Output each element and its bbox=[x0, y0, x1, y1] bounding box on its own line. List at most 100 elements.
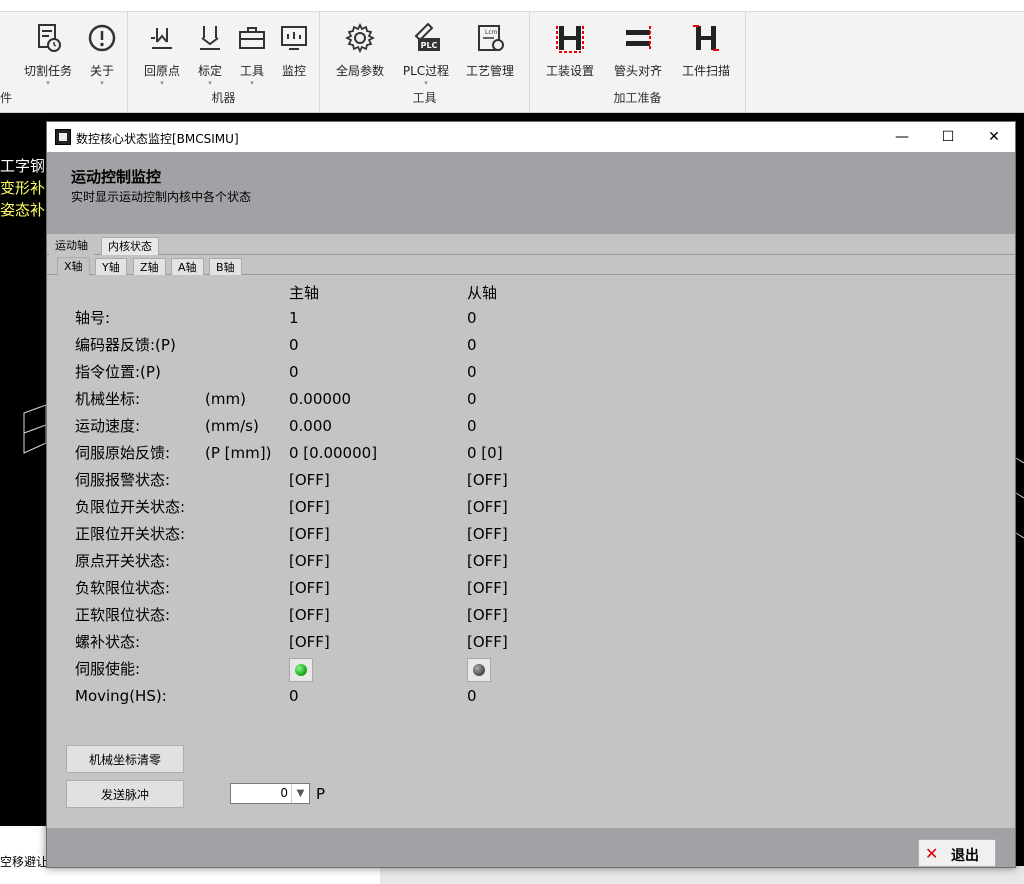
task-clock-icon bbox=[38, 24, 61, 52]
ribbon-group-label: 机器 bbox=[211, 91, 236, 105]
app-icon bbox=[55, 129, 71, 145]
row-unit: (mm/s) bbox=[205, 417, 259, 435]
global-params-button[interactable]: 全局参数 bbox=[330, 18, 390, 88]
process-icon: Lcm bbox=[478, 25, 504, 51]
row-value-slave: [OFF] bbox=[467, 633, 508, 651]
tube-align-icon bbox=[626, 26, 651, 50]
dialog-header: 运动控制监控 实时显示运动控制内核中各个状态 bbox=[47, 152, 1015, 234]
servo-enable-slave-led bbox=[467, 658, 491, 682]
tab-y-axis[interactable]: Y轴 bbox=[95, 258, 127, 275]
close-button[interactable]: ✕ bbox=[971, 122, 1017, 152]
cad-drawing-fragment bbox=[1016, 457, 1024, 539]
gear-icon bbox=[344, 22, 376, 54]
row-label: Moving(HS): bbox=[75, 687, 167, 705]
monitor-dialog: 数控核心状态监控[BMCSIMU] — ☐ ✕ 运动控制监控 实时显示运动控制内… bbox=[46, 121, 1016, 868]
cad-text-line: 工字钢 bbox=[0, 157, 46, 175]
svg-text:PLC: PLC bbox=[421, 41, 438, 50]
row-label: 正软限位状态: bbox=[75, 606, 171, 624]
row-value-master: [OFF] bbox=[289, 498, 330, 516]
fixture-setup-button[interactable]: 工装设置 bbox=[540, 18, 600, 88]
zero-coords-button[interactable]: 机械坐标清零 bbox=[66, 745, 184, 773]
status-bar-right bbox=[380, 866, 1024, 884]
row-value-slave: [OFF] bbox=[467, 606, 508, 624]
row-value-master: [OFF] bbox=[289, 471, 330, 489]
ribbon-group-label: 件 bbox=[0, 91, 13, 105]
row-value-slave: [OFF] bbox=[467, 525, 508, 543]
cutting-task-label: 切割任务 bbox=[23, 64, 72, 78]
process-manage-button[interactable]: Lcm 工艺管理 bbox=[460, 18, 520, 88]
ribbon-group-label: 加工准备 bbox=[613, 91, 662, 105]
pulse-value: 0 bbox=[280, 786, 288, 800]
tab-motion-axis[interactable]: 运动轴 bbox=[49, 237, 94, 255]
row-label: 轴号: bbox=[75, 309, 111, 327]
row-value-slave: [OFF] bbox=[467, 471, 508, 489]
ribbon-button-label: ] bbox=[0, 66, 20, 80]
workpiece-scan-icon bbox=[693, 25, 719, 51]
pulse-count-select[interactable]: 0 ▼ bbox=[230, 783, 310, 804]
minimize-button[interactable]: — bbox=[879, 122, 925, 152]
chevron-down-icon: ▾ bbox=[46, 79, 50, 87]
row-label: 负软限位状态: bbox=[75, 579, 171, 597]
axis-tab-bar: X轴 Y轴 Z轴 A轴 B轴 bbox=[47, 255, 1015, 276]
tab-b-axis[interactable]: B轴 bbox=[209, 258, 242, 275]
column-header-slave: 从轴 bbox=[467, 284, 498, 302]
maximize-button[interactable]: ☐ bbox=[925, 122, 971, 152]
close-x-icon: ✕ bbox=[925, 844, 939, 863]
ribbon-group-label: 工具 bbox=[412, 91, 437, 105]
row-label: 编码器反馈:(P) bbox=[75, 336, 176, 354]
workpiece-scan-button[interactable]: 工件扫描 bbox=[676, 18, 736, 88]
dialog-title: 数控核心状态监控[BMCSIMU] bbox=[76, 132, 239, 146]
row-value-master: [OFF] bbox=[289, 633, 330, 651]
about-label: 关于 bbox=[89, 64, 114, 78]
row-value-master: 0 bbox=[289, 336, 299, 354]
top-tab-bar: 运动轴 内核状态 bbox=[47, 234, 1015, 255]
row-value-master: 0 [0.00000] bbox=[289, 444, 378, 462]
home-axis-icon bbox=[151, 28, 172, 49]
servo-enable-master-led bbox=[289, 658, 313, 682]
ribbon-toolbar: ] 切割任务 ▾ 关于 ▾ 件 回原点 ▾ 标定 ▾ 工具 ▾ bbox=[0, 0, 1024, 113]
row-label: 伺服使能: bbox=[75, 660, 141, 678]
svg-text:Lcm: Lcm bbox=[485, 29, 498, 36]
ribbon-group-machine: 回原点 ▾ 标定 ▾ 工具 ▾ 监控 机器 bbox=[128, 12, 320, 112]
dialog-footer: ✕ 退出 bbox=[47, 828, 1015, 867]
tab-a-axis[interactable]: A轴 bbox=[171, 258, 204, 275]
cutting-task-button[interactable]: 切割任务 ▾ bbox=[18, 18, 78, 88]
tube-align-button[interactable]: 管头对齐 bbox=[608, 18, 668, 88]
exit-button[interactable]: ✕ 退出 bbox=[918, 839, 996, 867]
row-value-slave: [OFF] bbox=[467, 498, 508, 516]
workpiece-scan-label: 工件扫描 bbox=[681, 64, 730, 78]
row-label: 螺补状态: bbox=[75, 633, 141, 651]
header-subtitle: 实时显示运动控制内核中各个状态 bbox=[71, 190, 252, 204]
tab-x-axis[interactable]: X轴 bbox=[57, 257, 90, 276]
fixture-icon bbox=[556, 26, 584, 53]
row-label: 机械坐标: bbox=[75, 390, 141, 408]
row-value-slave: 0 bbox=[467, 390, 477, 408]
row-label: 原点开关状态: bbox=[75, 552, 171, 570]
row-value-slave: 0 bbox=[467, 363, 477, 381]
send-pulse-button[interactable]: 发送脉冲 bbox=[66, 780, 184, 808]
ribbon-top-strip bbox=[0, 0, 1024, 12]
monitor-label: 监控 bbox=[281, 64, 306, 78]
row-value-master: 0.000 bbox=[289, 417, 332, 435]
monitor-button[interactable]: 监控 bbox=[264, 18, 324, 88]
tab-z-axis[interactable]: Z轴 bbox=[133, 258, 166, 275]
row-value-slave: 0 bbox=[467, 336, 477, 354]
dialog-titlebar[interactable]: 数控核心状态监控[BMCSIMU] — ☐ ✕ bbox=[47, 122, 1015, 152]
row-value-slave: 0 bbox=[467, 687, 477, 705]
plc-process-label: PLC过程 bbox=[402, 64, 450, 78]
ribbon-group-prep: 工装设置 管头对齐 工件扫描 加工准备 bbox=[530, 12, 746, 112]
pulse-unit-label: P bbox=[316, 785, 326, 803]
chevron-down-icon[interactable]: ▼ bbox=[291, 784, 309, 803]
row-value-slave: [OFF] bbox=[467, 579, 508, 597]
tab-kernel-status[interactable]: 内核状态 bbox=[101, 237, 159, 255]
row-value-master: [OFF] bbox=[289, 525, 330, 543]
info-icon bbox=[88, 24, 116, 52]
ribbon-button-partial[interactable]: ] bbox=[0, 18, 20, 88]
about-button[interactable]: 关于 ▾ bbox=[72, 18, 132, 88]
row-value-master: 0 bbox=[289, 687, 299, 705]
monitor-icon bbox=[281, 26, 307, 50]
row-value-master: [OFF] bbox=[289, 606, 330, 624]
plc-process-button[interactable]: PLC PLC过程 ▾ bbox=[396, 18, 456, 88]
row-value-master: 1 bbox=[289, 309, 299, 327]
column-header-master: 主轴 bbox=[289, 284, 320, 302]
